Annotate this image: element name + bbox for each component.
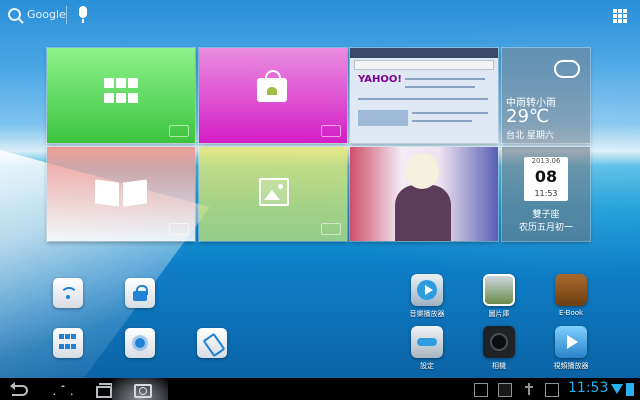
- tile-ebook[interactable]: [47, 147, 195, 241]
- tile-corner-icon: [321, 223, 341, 235]
- calendar-time: 11:53: [534, 189, 558, 198]
- browser-content-image: [358, 110, 408, 126]
- back-icon[interactable]: [10, 381, 32, 397]
- weather-temperature: 29℃: [506, 106, 550, 127]
- calendar-lunar-date: 农历五月初一: [518, 223, 573, 233]
- browser-content-line: [358, 98, 488, 100]
- tile-corner-icon: [169, 223, 189, 235]
- battery-icon: [626, 383, 634, 396]
- top-separator: [66, 6, 67, 24]
- weather-location: 台北 星期六: [506, 131, 554, 141]
- notification-gallery-icon[interactable]: [498, 383, 512, 397]
- picture-icon: [259, 178, 289, 206]
- video-player-icon: [555, 326, 587, 358]
- camera-icon: [483, 326, 515, 358]
- notification-box-icon[interactable]: [545, 383, 559, 397]
- tiles-icon: [59, 334, 77, 352]
- tile-corner-icon: [321, 125, 341, 137]
- app-camera[interactable]: 相機: [469, 326, 529, 371]
- browser-address-bar: [354, 60, 494, 70]
- tile-apps[interactable]: [47, 48, 195, 143]
- wifi-signal-icon: [611, 384, 623, 394]
- tile-corner-icon: [169, 125, 189, 137]
- brightness-icon: [131, 334, 149, 352]
- tile-weather[interactable]: 中雨转小雨 29℃ 台北 星期六: [502, 48, 590, 143]
- app-label: 設定: [420, 362, 434, 370]
- app-gallery[interactable]: 圖片庫: [469, 274, 529, 319]
- google-label: Google: [27, 8, 66, 21]
- tile-gallery[interactable]: [199, 147, 347, 241]
- status-clock[interactable]: 11:53: [568, 380, 608, 396]
- browser-titlebar: [350, 48, 498, 58]
- lock-icon: [131, 284, 149, 302]
- ebook-icon: [555, 274, 587, 306]
- calendar-month: 2013.06: [531, 157, 561, 165]
- wifi-icon: [59, 284, 78, 302]
- photo-person-body: [395, 185, 451, 241]
- lock-toggle-button[interactable]: [125, 278, 155, 308]
- app-ebook[interactable]: E-Book: [541, 274, 601, 317]
- apps-drawer-icon[interactable]: [613, 9, 627, 23]
- browser-content-line: [412, 120, 472, 122]
- rotation-toggle-button[interactable]: [197, 328, 227, 358]
- recent-apps-icon[interactable]: [92, 381, 114, 398]
- wifi-toggle-button[interactable]: [53, 278, 83, 308]
- calendar-card: 2013.06 08 11:53: [524, 157, 568, 201]
- browser-content-line: [412, 112, 488, 114]
- rotate-icon: [203, 334, 221, 352]
- app-label: 圖片庫: [488, 310, 510, 318]
- microphone-icon[interactable]: [79, 6, 87, 23]
- calendar-day: 08: [534, 167, 558, 186]
- photo-person-face: [405, 153, 439, 189]
- settings-icon: [411, 326, 443, 358]
- screenshot-icon[interactable]: [132, 381, 154, 398]
- open-book-icon: [95, 179, 147, 207]
- app-label: 視頻播放器: [553, 362, 589, 370]
- app-settings[interactable]: 設定: [397, 326, 457, 371]
- top-bar: Google: [0, 0, 640, 30]
- yahoo-logo: YAHOO!: [358, 74, 402, 85]
- apps-grid-icon: [104, 78, 138, 105]
- app-label: 相機: [492, 362, 506, 370]
- google-search[interactable]: Google: [8, 8, 66, 21]
- layout-toggle-button[interactable]: [53, 328, 83, 358]
- brightness-button[interactable]: [125, 328, 155, 358]
- app-music-player[interactable]: 音樂播放器: [397, 274, 457, 319]
- app-video-player[interactable]: 視頻播放器: [541, 326, 601, 371]
- tile-calendar[interactable]: 2013.06 08 11:53 雙子座 农历五月初一: [502, 147, 590, 241]
- system-navigation-bar: 11:53: [0, 378, 640, 400]
- shopping-bag-icon: [257, 70, 287, 102]
- cloud-rain-icon: [554, 60, 580, 78]
- home-icon[interactable]: [50, 381, 72, 397]
- gallery-icon: [483, 274, 515, 306]
- browser-content-line: [405, 86, 475, 88]
- tile-photo[interactable]: [350, 147, 498, 241]
- tile-store[interactable]: [199, 48, 347, 143]
- notification-image-icon[interactable]: [474, 383, 488, 397]
- usb-icon[interactable]: [523, 383, 535, 395]
- tile-browser[interactable]: YAHOO!: [350, 48, 498, 143]
- browser-content-line: [405, 78, 485, 80]
- calendar-zodiac: 雙子座: [532, 210, 560, 220]
- app-label: 音樂播放器: [409, 310, 445, 318]
- app-label: E-Book: [558, 309, 584, 317]
- search-icon: [8, 8, 21, 21]
- music-player-icon: [411, 274, 443, 306]
